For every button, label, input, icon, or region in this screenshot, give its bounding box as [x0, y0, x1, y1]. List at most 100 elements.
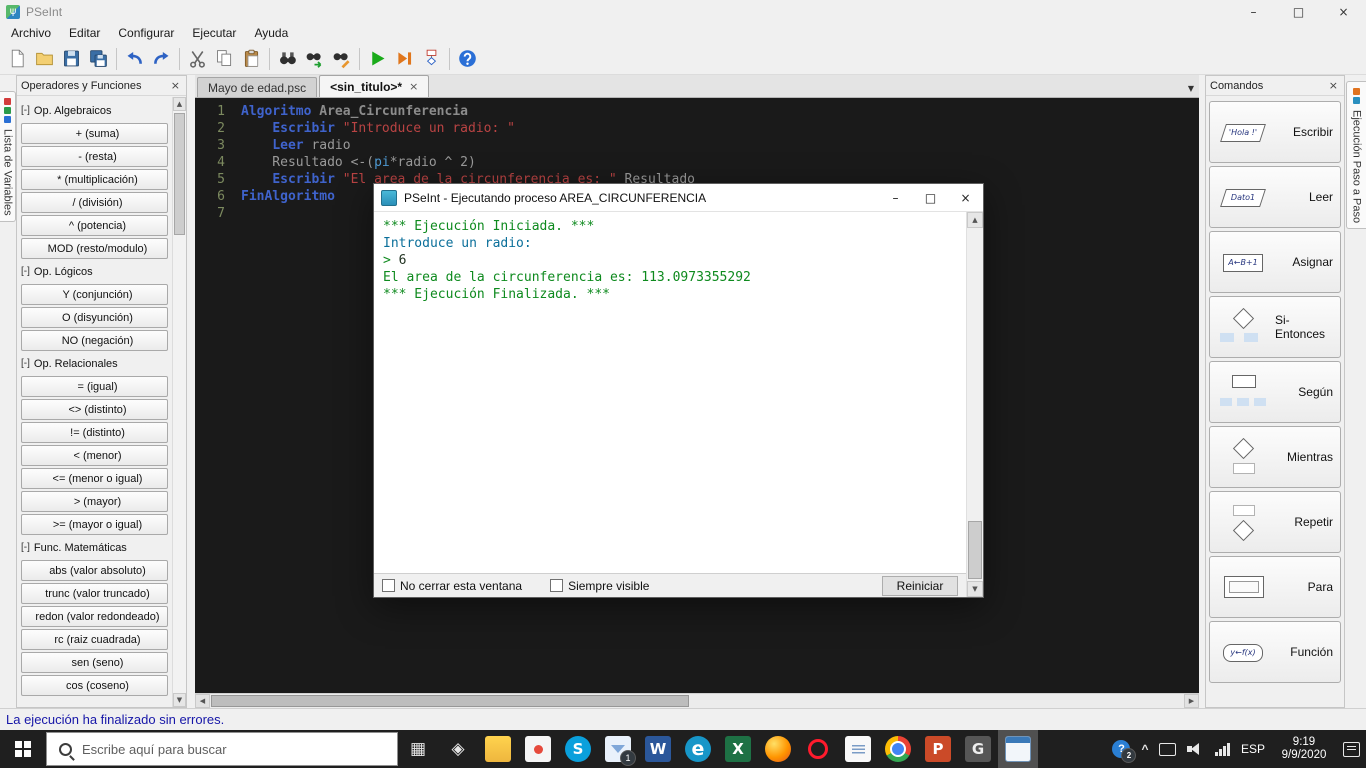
operator-entry[interactable]: sen (seno) [21, 652, 168, 673]
operator-entry[interactable]: [-] Op. Algebraicos [19, 100, 170, 121]
skype-icon[interactable]: S [558, 730, 598, 768]
action-center-icon[interactable] [1343, 741, 1360, 757]
close-panel-icon[interactable]: × [1327, 79, 1340, 92]
operator-entry[interactable]: < (menor) [21, 445, 168, 466]
paste-icon[interactable] [238, 45, 265, 72]
tab-mayo-de-edad[interactable]: Mayo de edad.psc [197, 77, 318, 97]
find-icon[interactable] [274, 45, 301, 72]
mail-icon[interactable] [598, 730, 638, 768]
operator-entry[interactable]: + (suma) [21, 123, 168, 144]
operator-entry[interactable]: / (división) [21, 192, 168, 213]
edge-icon[interactable]: e [678, 730, 718, 768]
command-item[interactable]: Según [1209, 361, 1341, 423]
menu-item[interactable]: Editar [60, 26, 109, 40]
operator-entry[interactable]: MOD (resto/modulo) [21, 238, 168, 259]
operator-entry[interactable]: <= (menor o igual) [21, 468, 168, 489]
operator-entry[interactable]: cos (coseno) [21, 675, 168, 696]
restart-button[interactable]: Reiniciar [882, 575, 958, 596]
exec-title-bar[interactable]: PSeInt - Ejecutando proceso AREA_CIRCUNF… [374, 184, 983, 212]
menu-item[interactable]: Ayuda [245, 26, 297, 40]
scroll-down-icon[interactable]: ▼ [173, 693, 186, 707]
operator-entry[interactable]: = (igual) [21, 376, 168, 397]
editor-horizontal-scrollbar[interactable]: ◀ ▶ [195, 693, 1199, 708]
tray-help-icon[interactable]: ? [1112, 740, 1137, 763]
replace-icon[interactable] [328, 45, 355, 72]
excel-icon[interactable]: X [718, 730, 758, 768]
operator-entry[interactable]: [-] Func. Matemáticas [19, 537, 170, 558]
exec-minimize-button[interactable]: – [878, 184, 913, 212]
chrome-icon[interactable] [878, 730, 918, 768]
maximize-button[interactable]: □ [1276, 0, 1321, 23]
operators-scrollbar[interactable]: ▲ ▼ [172, 97, 186, 707]
new-file-icon[interactable] [4, 45, 31, 72]
operator-entry[interactable]: Y (conjunción) [21, 284, 168, 305]
taskbar-clock[interactable]: 9:19 9/9/2020 [1276, 736, 1332, 762]
file-explorer-icon[interactable] [478, 730, 518, 768]
document-icon[interactable] [838, 730, 878, 768]
exec-console[interactable]: *** Ejecución Iniciada. *** Introduce un … [374, 212, 966, 573]
scrollbar-track[interactable] [210, 694, 1184, 708]
tab-list-dropdown-icon[interactable]: ▼ [1188, 84, 1194, 93]
store-icon[interactable] [518, 730, 558, 768]
cut-icon[interactable] [184, 45, 211, 72]
copy-icon[interactable] [211, 45, 238, 72]
run-icon[interactable] [364, 45, 391, 72]
powerpoint-icon[interactable]: P [918, 730, 958, 768]
menu-item[interactable]: Configurar [109, 26, 183, 40]
command-item[interactable]: Mientras [1209, 426, 1341, 488]
scroll-up-icon[interactable]: ▲ [173, 97, 186, 111]
minimize-button[interactable]: – [1231, 0, 1276, 23]
operator-entry[interactable]: - (resta) [21, 146, 168, 167]
variables-panel-tab[interactable]: Lista de Variables [0, 91, 16, 222]
operator-entry[interactable]: rc (raiz cuadrada) [21, 629, 168, 650]
scroll-up-icon[interactable]: ▲ [967, 212, 983, 228]
operator-entry[interactable]: > (mayor) [21, 491, 168, 512]
operator-entry[interactable]: != (distinto) [21, 422, 168, 443]
command-item[interactable]: y←f(x) Función [1209, 621, 1341, 683]
execution-window[interactable]: PSeInt - Ejecutando proceso AREA_CIRCUNF… [373, 183, 984, 598]
undo-icon[interactable] [121, 45, 148, 72]
command-item[interactable]: A←B+1 Asignar [1209, 231, 1341, 293]
language-indicator[interactable]: ESP [1241, 742, 1265, 756]
redo-icon[interactable] [148, 45, 175, 72]
start-button[interactable] [0, 730, 46, 768]
chat-icon[interactable]: ◈ [438, 730, 478, 768]
command-item[interactable]: Repetir [1209, 491, 1341, 553]
scrollbar-thumb[interactable] [174, 113, 185, 235]
hidden-icons-chevron-icon[interactable]: ^ [1141, 742, 1148, 756]
operator-entry[interactable]: [-] Op. Relacionales [19, 353, 170, 374]
checkbox[interactable]: Siempre visible [550, 579, 649, 593]
help-icon[interactable] [454, 45, 481, 72]
scroll-left-icon[interactable]: ◀ [195, 694, 210, 708]
operator-entry[interactable]: NO (negación) [21, 330, 168, 351]
save-all-icon[interactable] [85, 45, 112, 72]
operator-entry[interactable]: abs (valor absoluto) [21, 560, 168, 581]
operator-entry[interactable]: ^ (potencia) [21, 215, 168, 236]
operator-entry[interactable]: <> (distinto) [21, 399, 168, 420]
menu-item[interactable]: Ejecutar [183, 26, 245, 40]
word-icon[interactable]: W [638, 730, 678, 768]
close-panel-icon[interactable]: × [169, 79, 182, 92]
volume-icon[interactable] [1187, 741, 1204, 757]
network-icon[interactable] [1215, 742, 1230, 756]
checkbox-box[interactable] [382, 579, 395, 592]
operator-entry[interactable]: [-] Op. Lógicos [19, 261, 170, 282]
opera-icon[interactable] [798, 730, 838, 768]
scroll-right-icon[interactable]: ▶ [1184, 694, 1199, 708]
exec-scrollbar[interactable]: ▲ ▼ [966, 212, 983, 597]
operator-entry[interactable]: O (disyunción) [21, 307, 168, 328]
tab-sin-titulo[interactable]: <sin_titulo>* × [319, 75, 430, 97]
operator-entry[interactable]: redon (valor redondeado) [21, 606, 168, 627]
gimp-icon[interactable]: G [958, 730, 998, 768]
operator-entry[interactable]: trunc (valor truncado) [21, 583, 168, 604]
taskbar-search[interactable] [46, 732, 398, 766]
tab-close-icon[interactable]: × [409, 80, 418, 93]
pseint-taskbar-icon[interactable] [998, 730, 1038, 768]
scrollbar-thumb[interactable] [968, 521, 982, 579]
command-item[interactable]: Dato1 Leer [1209, 166, 1341, 228]
command-item[interactable]: Si-Entonces [1209, 296, 1341, 358]
checkbox-box[interactable] [550, 579, 564, 592]
flowchart-icon[interactable] [418, 45, 445, 72]
taskbar-search-input[interactable] [82, 741, 397, 757]
command-item[interactable]: Para [1209, 556, 1341, 618]
